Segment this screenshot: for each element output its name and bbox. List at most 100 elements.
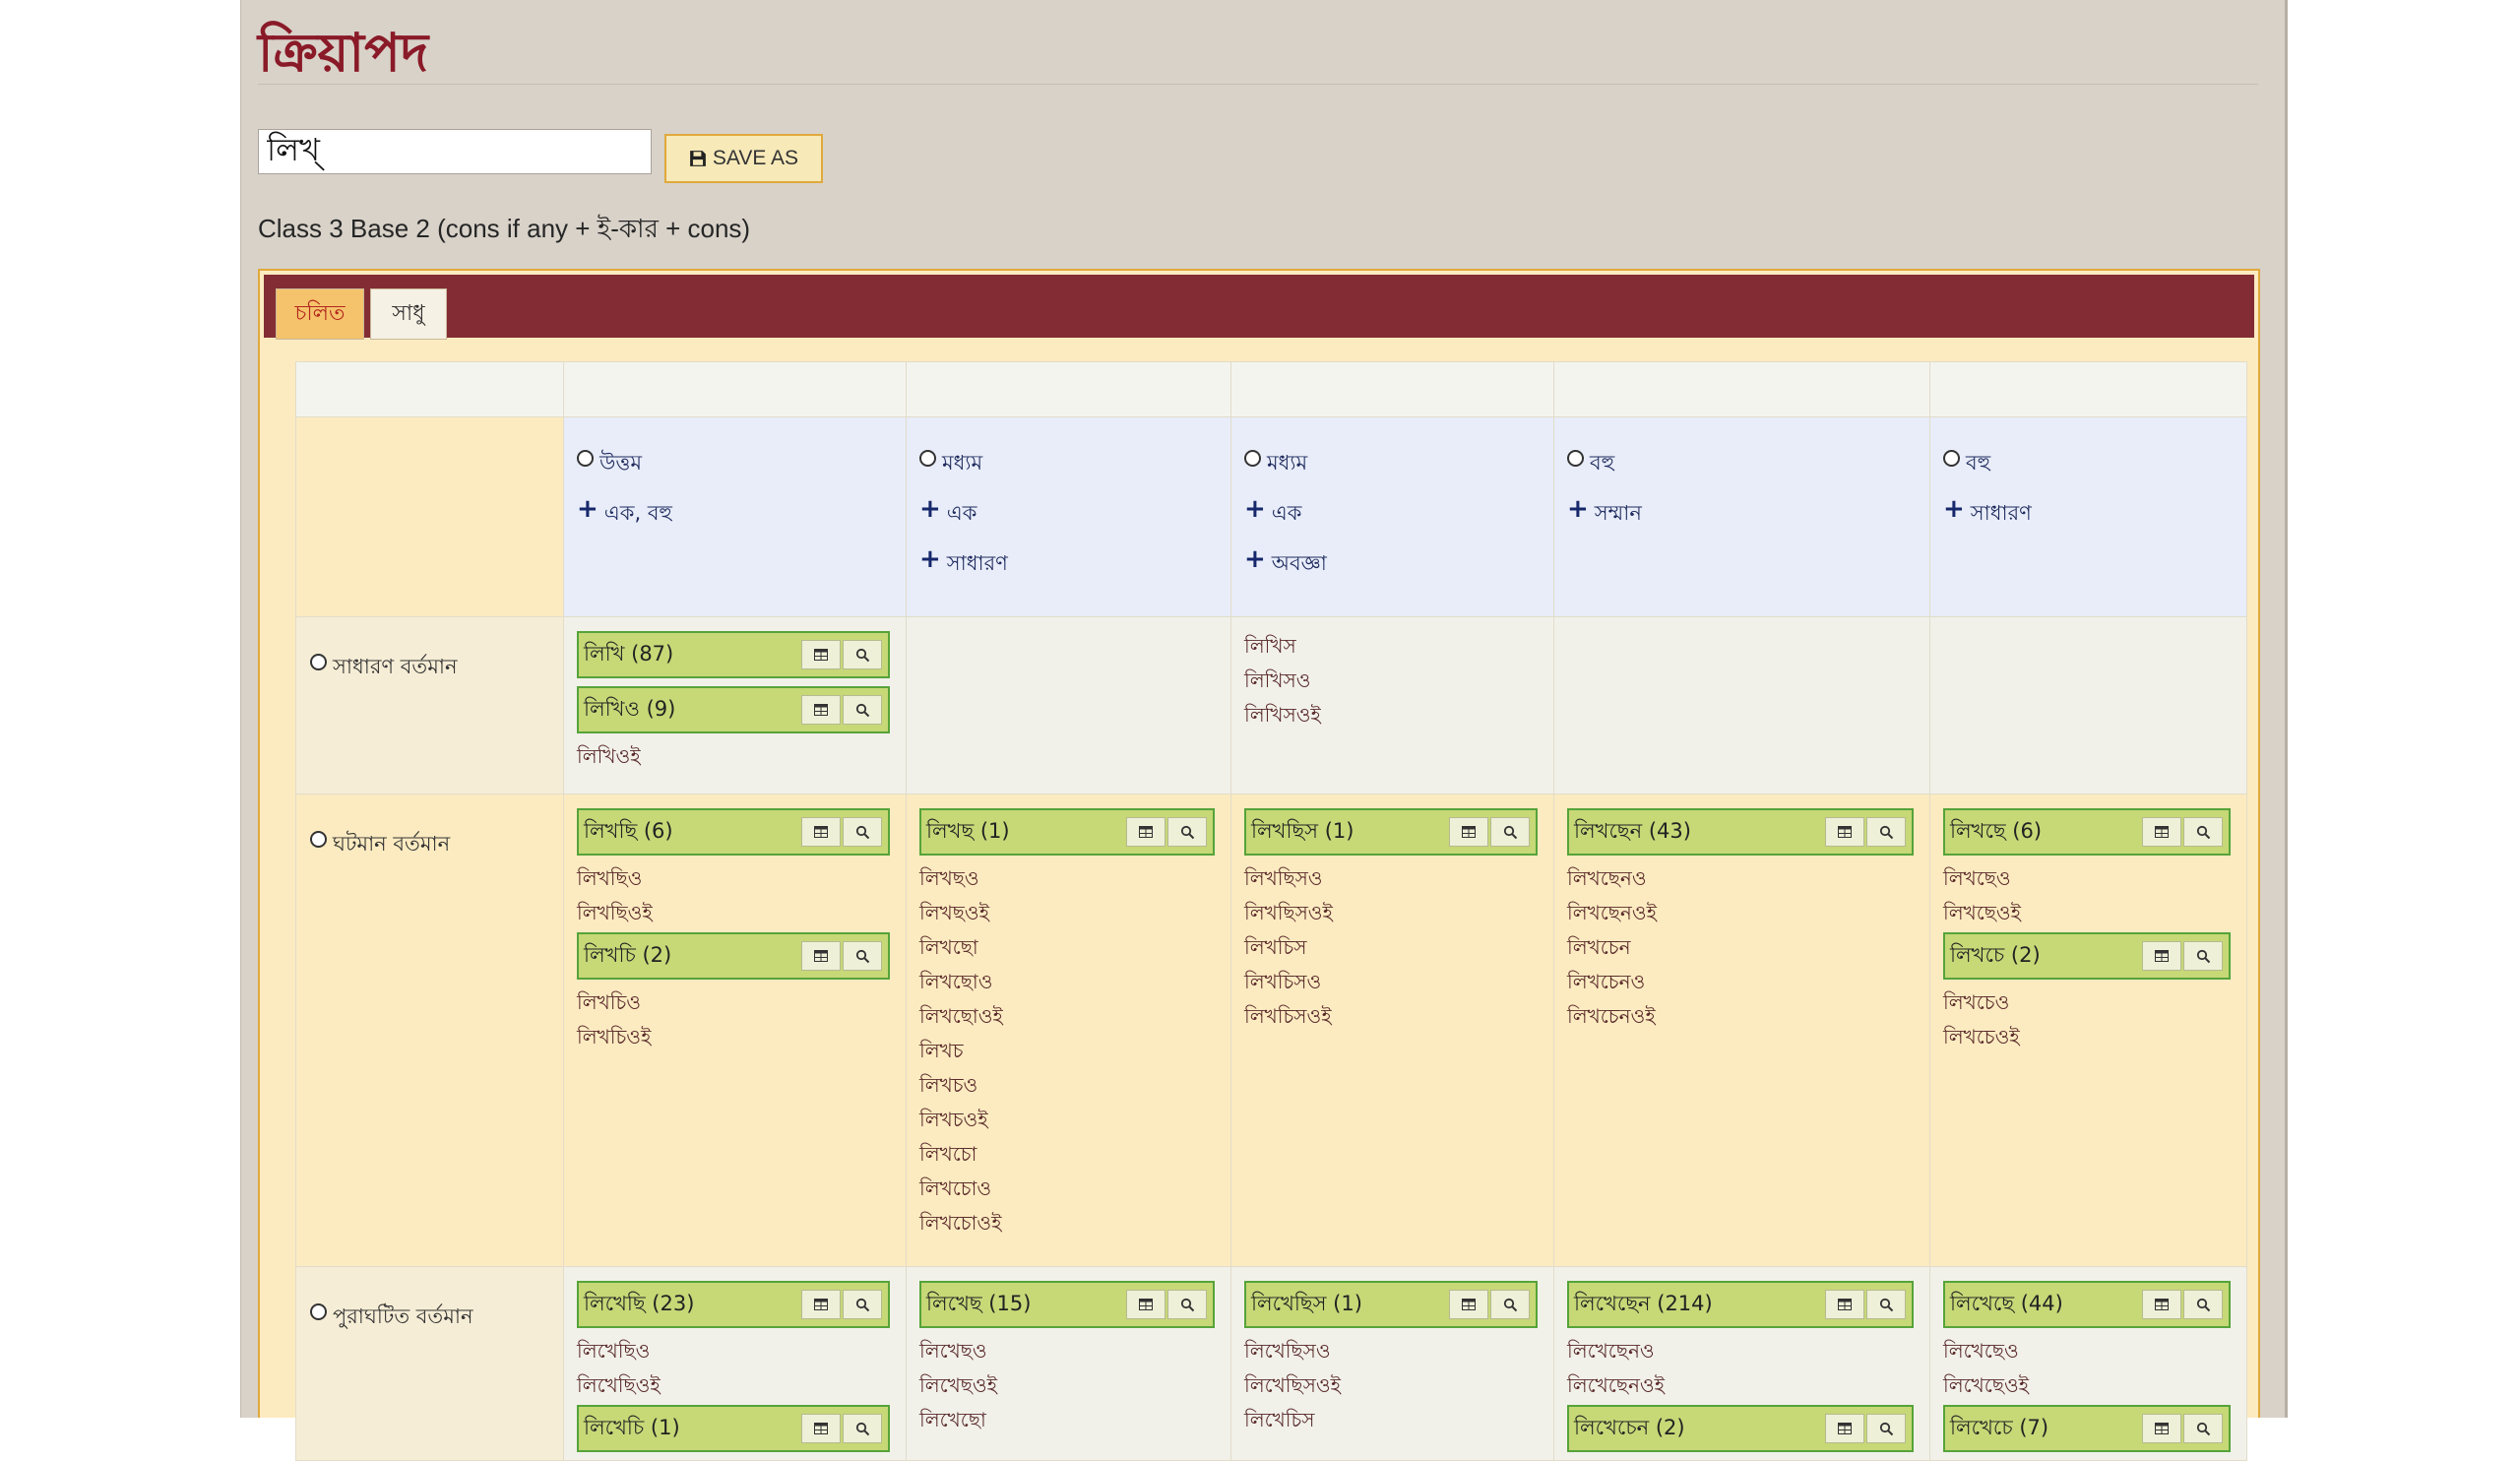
person-radio[interactable]: [919, 450, 936, 467]
search-button[interactable]: [1167, 1290, 1207, 1319]
person-option[interactable]: মধ্যম: [919, 447, 1230, 497]
tense-label-cell: সাধারণ বর্তমান: [295, 616, 564, 794]
qualifier-option[interactable]: + সাধারণ: [919, 546, 1230, 598]
tense-radio[interactable]: [310, 831, 327, 848]
search-button[interactable]: [843, 817, 882, 847]
table-button[interactable]: [801, 640, 841, 669]
person-label: মধ্যম: [1267, 451, 1308, 475]
person-option[interactable]: উত্তম: [577, 447, 906, 497]
search-button[interactable]: [1866, 817, 1906, 847]
table-button[interactable]: [1449, 817, 1488, 847]
table-button[interactable]: [801, 1414, 841, 1443]
form-variant: লিখচেন: [1567, 935, 1631, 959]
table-button[interactable]: [1825, 817, 1864, 847]
search-icon: [855, 949, 869, 963]
form-variant: লিখেছেনও: [1567, 1339, 1655, 1363]
form-cell: লিখেছি (23) লিখেছিও লিখেছিওই লিখেচি (1): [563, 1266, 907, 1461]
form-count-label: লিখেচি (1): [584, 1415, 680, 1439]
form-variant: লিখেছিওই: [577, 1373, 661, 1397]
verb-input[interactable]: [258, 129, 652, 174]
form-variant: লিখচিস: [1244, 935, 1307, 959]
table-button[interactable]: [1825, 1414, 1864, 1443]
table-button[interactable]: [1126, 1290, 1166, 1319]
search-button[interactable]: [843, 695, 882, 725]
search-button[interactable]: [1167, 817, 1207, 847]
table-button[interactable]: [2142, 1414, 2181, 1443]
search-button[interactable]: [2183, 1414, 2223, 1443]
table-button[interactable]: [801, 941, 841, 971]
search-icon: [1503, 1298, 1517, 1311]
form-cell: লিখেছ (15) লিখেছও লিখেছওই লিখেছো: [906, 1266, 1231, 1461]
person-option[interactable]: মধ্যম: [1244, 447, 1553, 497]
tense-radio[interactable]: [310, 654, 327, 670]
search-button[interactable]: [2183, 817, 2223, 847]
tense-label: পুরাঘটিত বর্তমান: [333, 1304, 473, 1328]
table-icon: [1838, 826, 1852, 838]
person-radio[interactable]: [577, 450, 594, 467]
search-button[interactable]: [843, 1290, 882, 1319]
tab-sadhu[interactable]: সাধু: [370, 288, 447, 340]
table-button[interactable]: [1449, 1290, 1488, 1319]
header-row: [295, 361, 2247, 417]
search-button[interactable]: [1866, 1414, 1906, 1443]
table-button[interactable]: [801, 817, 841, 847]
table-button[interactable]: [801, 695, 841, 725]
tense-radio[interactable]: [310, 1303, 327, 1320]
form-count-label: লিখেচে (7): [1950, 1415, 2049, 1439]
form-variant: লিখচেনও: [1567, 970, 1646, 993]
plus-icon[interactable]: +: [1244, 546, 1266, 572]
tense-option[interactable]: সাধারণ বর্তমান: [310, 651, 563, 701]
qualifier-option[interactable]: + অবজ্ঞা: [1244, 546, 1553, 598]
person-radio[interactable]: [1567, 450, 1584, 467]
table-button[interactable]: [801, 1290, 841, 1319]
table-button[interactable]: [1126, 817, 1166, 847]
form-variant: লিখচোও: [919, 1176, 992, 1200]
search-button[interactable]: [843, 941, 882, 971]
table-button[interactable]: [2142, 1290, 2181, 1319]
plus-icon[interactable]: +: [577, 496, 598, 522]
tense-row: ঘটমান বর্তমান লিখছি (6) লিখছিও লিখছিওই লিখচি…: [295, 794, 2247, 1267]
table-icon: [1838, 1423, 1852, 1434]
qualifier-label: এক: [946, 501, 977, 525]
person-option[interactable]: বহু: [1567, 447, 1929, 497]
tense-option[interactable]: পুরাঘটিত বর্তমান: [310, 1301, 563, 1351]
qualifier-option[interactable]: + সাধারণ: [1943, 496, 2246, 547]
search-button[interactable]: [2183, 1290, 2223, 1319]
table-button[interactable]: [2142, 941, 2181, 971]
table-button[interactable]: [2142, 817, 2181, 847]
search-button[interactable]: [2183, 941, 2223, 971]
form-count-box: লিখেচে (7): [1943, 1405, 2231, 1452]
plus-icon[interactable]: +: [1567, 496, 1589, 522]
search-button[interactable]: [843, 640, 882, 669]
table-button[interactable]: [1825, 1290, 1864, 1319]
qualifier-option[interactable]: + এক: [919, 496, 1230, 547]
tab-cholito[interactable]: চলিত: [276, 288, 364, 340]
form-cell: লিখেছিস (1) লিখেছিসও লিখেছিসওই লিখেচিস: [1230, 1266, 1554, 1461]
plus-icon[interactable]: +: [1943, 496, 1965, 522]
search-button[interactable]: [1866, 1290, 1906, 1319]
plus-icon[interactable]: +: [919, 496, 941, 522]
form-variant: লিখেছিসও: [1244, 1339, 1331, 1363]
plus-icon[interactable]: +: [919, 546, 941, 572]
form-count-label: লিখছে (6): [1950, 818, 2043, 843]
qualifier-option[interactable]: + এক: [1244, 496, 1553, 547]
plus-icon[interactable]: +: [1244, 496, 1266, 522]
form-cell: [1553, 616, 1930, 794]
person-radio[interactable]: [1943, 450, 1960, 467]
person-option[interactable]: বহু: [1943, 447, 2246, 497]
table-icon: [1462, 1299, 1476, 1310]
form-variant: লিখিস: [1244, 634, 1296, 658]
search-button[interactable]: [843, 1414, 882, 1443]
qualifier-option[interactable]: + সম্মান: [1567, 496, 1929, 547]
search-button[interactable]: [1490, 1290, 1530, 1319]
form-variant: লিখছিসও: [1244, 866, 1323, 890]
save-as-button[interactable]: SAVE AS: [664, 134, 823, 183]
table-icon: [814, 950, 828, 962]
tense-option[interactable]: ঘটমান বর্তমান: [310, 828, 563, 878]
qualifier-label: এক: [1271, 501, 1302, 525]
search-button[interactable]: [1490, 817, 1530, 847]
form-variant: লিখিসও: [1244, 668, 1311, 692]
qualifier-option[interactable]: + এক, বহু: [577, 496, 906, 547]
person-radio[interactable]: [1244, 450, 1261, 467]
table-icon: [814, 649, 828, 661]
